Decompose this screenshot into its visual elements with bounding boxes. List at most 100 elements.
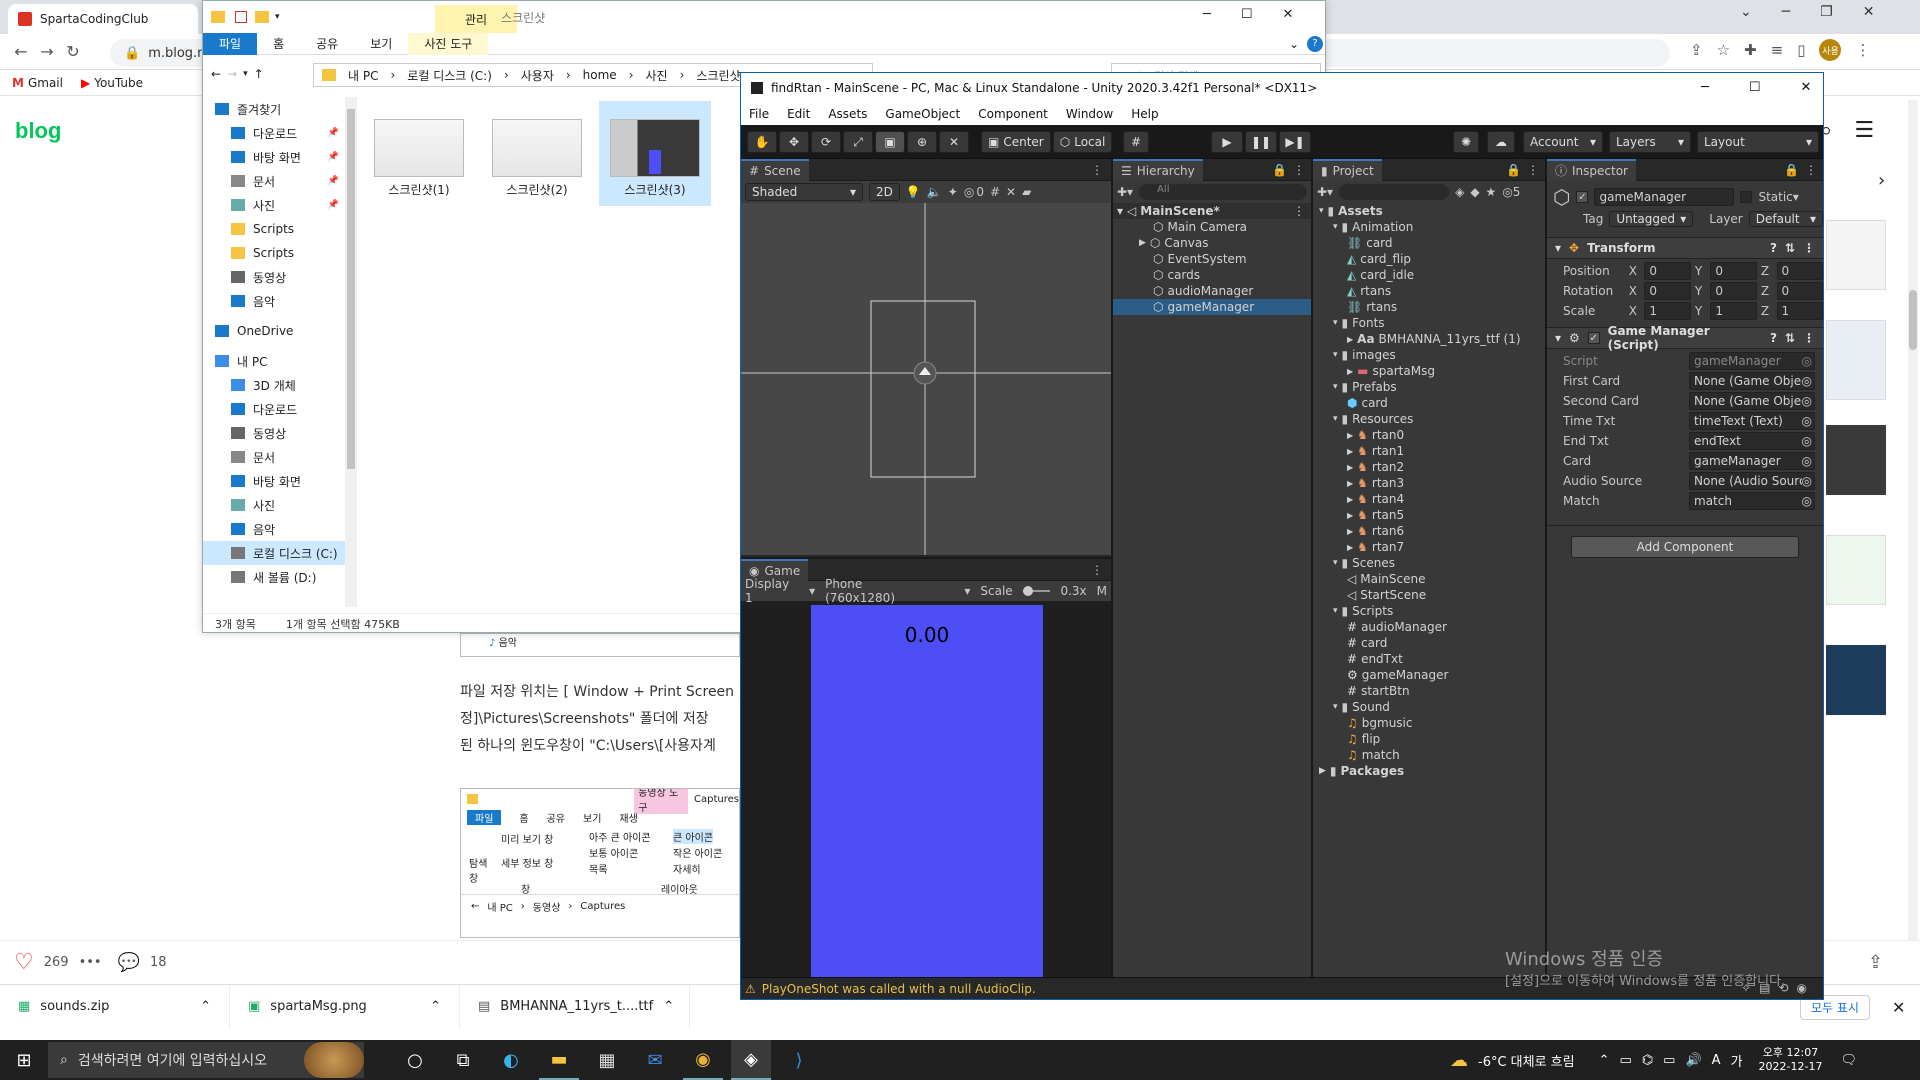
object-reference-field[interactable]: endText ◎	[1689, 432, 1815, 450]
project-item[interactable]: # endTxt	[1313, 651, 1545, 667]
audio-icon[interactable]: 🔈	[927, 185, 942, 199]
project-item[interactable]: ▾ ▮ Assets	[1313, 203, 1545, 219]
project-item[interactable]: ▾ ▮ Animation	[1313, 219, 1545, 235]
object-picker-icon[interactable]: ◎	[1802, 454, 1812, 468]
project-item[interactable]: ▶ ♞ rtan7	[1313, 539, 1545, 555]
chrome-icon[interactable]: ◉	[683, 1040, 723, 1080]
share-icon[interactable]: ⇪	[1690, 41, 1703, 59]
nav-item[interactable]: 문서 📌	[203, 169, 353, 193]
chrome-menu-icon[interactable]: ⋮	[1855, 41, 1870, 59]
expand-icon[interactable]: ▶	[1347, 463, 1353, 472]
account-dropdown[interactable]: Account ▾	[1523, 131, 1603, 153]
project-item[interactable]: ▾ ▮ Sound	[1313, 699, 1545, 715]
network-icon[interactable]: ⌬	[1642, 1053, 1653, 1068]
collab-icon[interactable]: ✺	[1453, 131, 1479, 153]
bookmark-gmail[interactable]: M Gmail	[12, 76, 63, 90]
weather-icon[interactable]: ☁	[1450, 1050, 1468, 1071]
tab-home[interactable]: 홈	[257, 33, 300, 55]
hierarchy-item[interactable]: ⬡ cards	[1113, 267, 1311, 283]
tag-dropdown[interactable]: Untagged ▾	[1609, 211, 1694, 227]
project-item[interactable]: ▶ ♞ rtan4	[1313, 491, 1545, 507]
foldout-icon[interactable]: ▾	[1333, 222, 1338, 232]
object-reference-field[interactable]: timeText (Text) ◎	[1689, 412, 1815, 430]
debug-icon[interactable]: ◉	[1796, 981, 1806, 995]
tab-view[interactable]: 보기	[354, 33, 408, 55]
custom-tool-icon[interactable]: ✕	[939, 131, 969, 153]
transform-y-field[interactable]: 0	[1710, 262, 1757, 280]
maximize-icon[interactable]: ☐	[1241, 7, 1253, 22]
properties-icon[interactable]	[235, 11, 247, 23]
project-item[interactable]: ⚙ gameManager	[1313, 667, 1545, 683]
filter-label-icon[interactable]: ◆	[1470, 185, 1479, 199]
project-item[interactable]: ▾ ▮ Scenes	[1313, 555, 1545, 571]
nav-item[interactable]: OneDrive	[203, 319, 353, 343]
resolution-dropdown[interactable]: Phone (760x1280) ▾	[825, 577, 970, 605]
transform-component-header[interactable]: ▾ ✥ Transform ? ⇅ ⋮	[1547, 237, 1823, 259]
pivot-toggle[interactable]: ▣ Center	[981, 131, 1051, 153]
file-tile[interactable]: 스크린샷(1)	[363, 101, 475, 206]
ime-indicator[interactable]: A	[1712, 1053, 1721, 1068]
add-icon[interactable]: ✚▾	[1317, 185, 1333, 199]
script-component-header[interactable]: ▾ ⚙ ✓ Game Manager (Script) ? ⇅ ⋮	[1547, 324, 1823, 352]
panel-menu-icon[interactable]: ⋮	[1293, 204, 1305, 218]
close-downloads-icon[interactable]: ✕	[1892, 998, 1905, 1017]
active-checkbox[interactable]: ✓	[1576, 191, 1589, 203]
nav-item[interactable]: 동영상	[203, 421, 353, 445]
extensions-icon[interactable]: ✚	[1744, 41, 1757, 59]
project-item[interactable]: ◭ rtans	[1313, 283, 1545, 299]
layout-dropdown[interactable]: Layout ▾	[1697, 131, 1819, 153]
nav-item[interactable]: 동영상	[203, 265, 353, 289]
ime-mode[interactable]: 가	[1731, 1051, 1743, 1070]
project-search-input[interactable]	[1339, 184, 1450, 200]
path-segment[interactable]: 사진	[646, 67, 668, 84]
expand-icon[interactable]: ▶	[1347, 367, 1353, 376]
nav-scrollbar[interactable]	[345, 97, 357, 607]
nav-item[interactable]: Scripts	[203, 241, 353, 265]
hierarchy-scene-row[interactable]: ▾ ◁ MainScene* ⋮	[1113, 203, 1311, 219]
menu-window[interactable]: Window	[1066, 107, 1113, 121]
path-segment[interactable]: 내 PC	[348, 67, 378, 84]
comment-icon[interactable]: 💬	[118, 952, 140, 973]
nav-item[interactable]: 다운로드	[203, 397, 353, 421]
menu-file[interactable]: File	[749, 107, 769, 121]
panel-menu-icon[interactable]: ⋮	[1091, 563, 1103, 577]
file-explorer-icon[interactable]: ▬	[539, 1040, 579, 1080]
static-dropdown[interactable]: Static ▾	[1758, 190, 1798, 204]
tab-share[interactable]: 공유	[300, 33, 354, 55]
download-item[interactable]: ▤ BMHANNA_11yrs_t....ttf ⌃	[460, 984, 690, 1029]
object-picker-icon[interactable]: ◎	[1802, 394, 1812, 408]
effects-icon[interactable]: ✦	[948, 185, 958, 199]
help-icon[interactable]: ?	[1770, 241, 1777, 255]
nav-item[interactable]: 바탕 화면 📌	[203, 145, 353, 169]
play-button[interactable]: ▶	[1211, 131, 1243, 153]
object-picker-icon[interactable]: ◎	[1802, 374, 1812, 388]
menu-assets[interactable]: Assets	[828, 107, 867, 121]
minimize-icon[interactable]: ─	[1203, 7, 1211, 22]
project-item[interactable]: ▶ Aa BMHANNA_11yrs_ttf (1)	[1313, 331, 1545, 347]
axis-y-label[interactable]: Y	[1695, 264, 1707, 278]
transform-x-field[interactable]: 1	[1644, 302, 1691, 320]
panel-menu-icon[interactable]: ⋮	[1091, 163, 1103, 177]
back-icon[interactable]: ←	[211, 67, 221, 81]
hidden-packages-toggle[interactable]: ◎ 5	[1502, 185, 1520, 199]
axis-z-label[interactable]: Z	[1761, 304, 1773, 318]
path-segment[interactable]: 로컬 디스크 (C:)	[407, 67, 492, 84]
foldout-icon[interactable]: ▾	[1333, 606, 1338, 616]
side-thumbnail[interactable]	[1826, 320, 1886, 400]
side-thumbnail[interactable]	[1826, 535, 1886, 605]
preset-icon[interactable]: ⇅	[1785, 331, 1795, 345]
nav-item[interactable]: 로컬 디스크 (C:)	[203, 541, 353, 565]
component-menu-icon[interactable]: ⋮	[1803, 331, 1815, 345]
lock-icon[interactable]: 🔒	[1272, 163, 1287, 177]
maximize-icon[interactable]: ☐	[1749, 80, 1761, 95]
shading-dropdown[interactable]: Shaded ▾	[745, 183, 863, 201]
unity-icon[interactable]: ◈	[731, 1040, 771, 1080]
object-picker-icon[interactable]: ◎	[1802, 494, 1812, 508]
transform-x-field[interactable]: 0	[1644, 262, 1691, 280]
lighting-icon[interactable]: 💡	[906, 185, 921, 199]
chrome-tab[interactable]: SpartaCodingClub	[8, 4, 198, 34]
object-picker-icon[interactable]: ◎	[1802, 474, 1812, 488]
site-info-icon[interactable]: 🔒	[124, 46, 140, 61]
expand-icon[interactable]: ▶	[1347, 495, 1353, 504]
project-item[interactable]: ⬢ card	[1313, 395, 1545, 411]
